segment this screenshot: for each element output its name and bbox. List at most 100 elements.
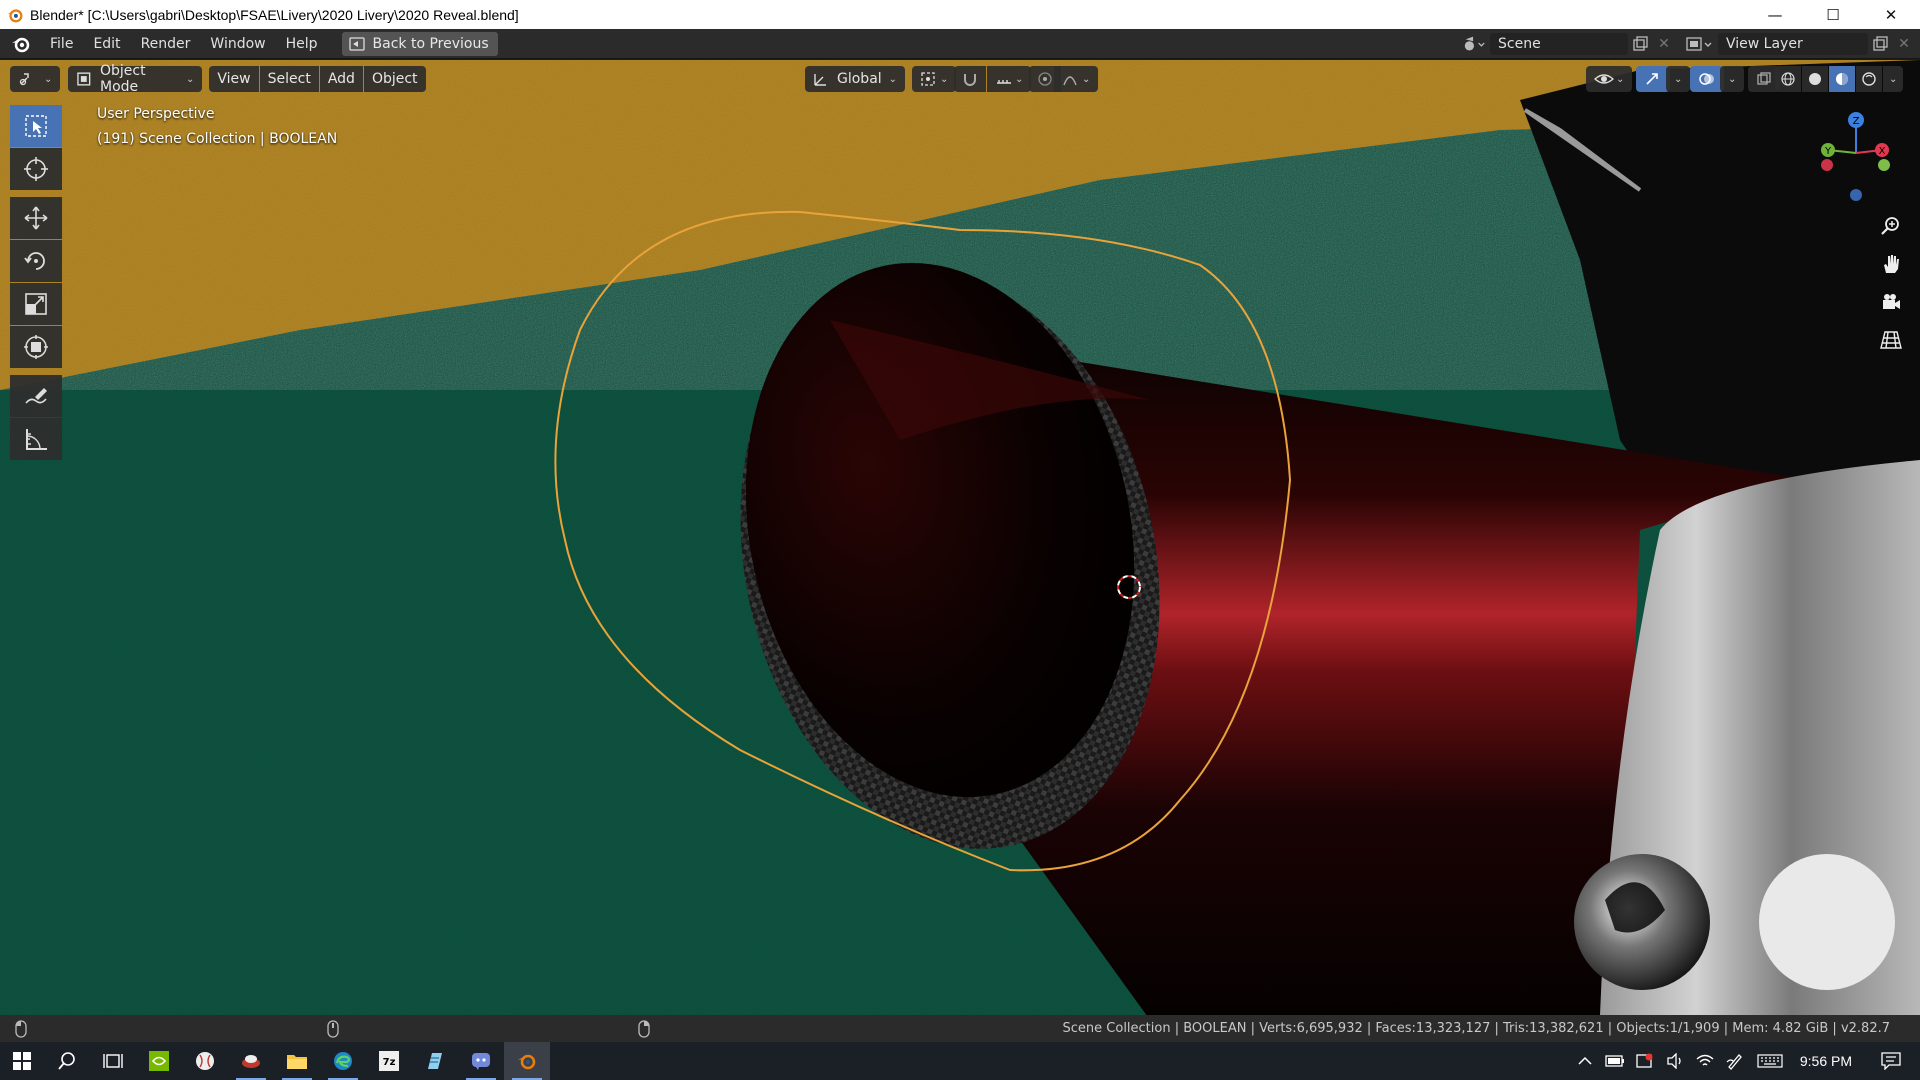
chevron-down-icon: ⌄ bbox=[1889, 73, 1898, 85]
tray-app-icon[interactable] bbox=[1630, 1042, 1660, 1080]
chevron-down-icon: ⌄ bbox=[186, 73, 195, 85]
overlays-icon bbox=[1699, 73, 1714, 85]
proportional-falloff-button[interactable]: ⌄ bbox=[1054, 66, 1099, 92]
rotate-icon bbox=[24, 252, 45, 270]
maximize-button[interactable]: ☐ bbox=[1804, 0, 1862, 29]
annotate-tool[interactable] bbox=[10, 375, 62, 417]
taskbar-app-baseball[interactable] bbox=[182, 1042, 228, 1080]
object-menu[interactable]: Object bbox=[363, 66, 426, 92]
wireframe-shading-button[interactable] bbox=[1775, 66, 1801, 92]
snap-target-button[interactable]: ⌄ bbox=[987, 66, 1032, 92]
overlays-toggle-button[interactable] bbox=[1690, 66, 1724, 92]
pencil-icon bbox=[25, 388, 47, 404]
new-scene-icon[interactable] bbox=[1628, 33, 1652, 55]
chevron-down-icon: ⌄ bbox=[1616, 73, 1625, 85]
snap-button[interactable] bbox=[954, 66, 986, 92]
select-menu[interactable]: Select bbox=[259, 66, 319, 92]
mode-label: Object Mode bbox=[100, 63, 146, 95]
move-tool[interactable] bbox=[10, 197, 62, 239]
delete-view-layer-icon[interactable]: ✕ bbox=[1892, 33, 1916, 55]
system-tray: 9:56 PM bbox=[1570, 1042, 1920, 1080]
delete-scene-icon[interactable]: ✕ bbox=[1652, 33, 1676, 55]
notifications-icon[interactable] bbox=[1876, 1042, 1906, 1080]
transform-tool[interactable] bbox=[10, 326, 62, 368]
pen-icon[interactable] bbox=[1720, 1042, 1750, 1080]
tray-overflow-icon[interactable] bbox=[1570, 1042, 1600, 1080]
gizmo-toggle-button[interactable] bbox=[1636, 66, 1670, 92]
add-menu[interactable]: Add bbox=[319, 66, 363, 92]
transform-orientation-selector[interactable]: Global ⌄ bbox=[805, 66, 905, 92]
toggle-projection-button[interactable] bbox=[1876, 325, 1906, 355]
taskbar-discord[interactable] bbox=[458, 1042, 504, 1080]
taskbar-7zip[interactable]: 7z bbox=[366, 1042, 412, 1080]
taskbar-file-explorer[interactable] bbox=[274, 1042, 320, 1080]
network-icon[interactable] bbox=[1690, 1042, 1720, 1080]
menu-edit[interactable]: Edit bbox=[83, 36, 130, 52]
rotate-tool[interactable] bbox=[10, 240, 62, 282]
editor-type-button[interactable]: ⌄ bbox=[10, 66, 61, 92]
wireframe-sphere-icon bbox=[1781, 72, 1795, 86]
viewport-header: ⌄ Object Mode ⌄ View Select Add Object G… bbox=[0, 60, 1920, 98]
chevron-down-icon: ⌄ bbox=[44, 73, 53, 85]
new-view-layer-icon[interactable] bbox=[1868, 33, 1892, 55]
back-to-previous-label: Back to Previous bbox=[372, 35, 489, 52]
scene-browse-icon[interactable] bbox=[1462, 33, 1486, 55]
taskbar-edge[interactable] bbox=[320, 1042, 366, 1080]
menu-file[interactable]: File bbox=[40, 36, 83, 52]
taskbar-app-game[interactable] bbox=[228, 1042, 274, 1080]
mode-selector[interactable]: Object Mode ⌄ bbox=[68, 63, 203, 95]
view-layer-selector[interactable]: View Layer bbox=[1718, 33, 1868, 55]
search-icon bbox=[58, 1052, 75, 1070]
edge-browser-icon bbox=[334, 1052, 352, 1070]
3d-viewport[interactable] bbox=[0, 60, 1920, 1015]
overlays-dropdown[interactable]: ⌄ bbox=[1720, 66, 1745, 92]
solid-shading-button[interactable] bbox=[1802, 66, 1828, 92]
pivot-point-button[interactable]: ⌄ bbox=[912, 66, 957, 92]
visibility-button[interactable]: ⌄ bbox=[1586, 66, 1633, 92]
blender-logo-icon[interactable] bbox=[10, 33, 32, 55]
cursor-icon bbox=[24, 157, 48, 181]
zoom-button[interactable] bbox=[1876, 211, 1906, 241]
start-button[interactable] bbox=[0, 1042, 44, 1080]
gizmo-y-label: Y bbox=[1824, 146, 1832, 157]
view-menu[interactable]: View bbox=[209, 66, 259, 92]
cursor-tool[interactable] bbox=[10, 148, 62, 190]
scene-name: Scene bbox=[1498, 36, 1541, 52]
viewport-menus: View Select Add Object bbox=[208, 66, 426, 92]
volume-icon[interactable] bbox=[1660, 1042, 1690, 1080]
back-to-previous-button[interactable]: Back to Previous bbox=[341, 31, 498, 56]
taskbar-blender[interactable] bbox=[504, 1042, 550, 1080]
object-mode-icon bbox=[77, 72, 91, 86]
notes-icon bbox=[428, 1053, 442, 1069]
taskbar-nvidia[interactable] bbox=[136, 1042, 182, 1080]
material-preview-button[interactable] bbox=[1829, 66, 1855, 92]
view-layer-browse-icon[interactable] bbox=[1684, 33, 1714, 55]
keyboard-icon[interactable] bbox=[1750, 1042, 1790, 1080]
task-view-icon bbox=[103, 1054, 123, 1068]
shading-dropdown[interactable]: ⌄ bbox=[1883, 66, 1904, 92]
snap-increment-icon bbox=[997, 80, 1011, 84]
select-box-tool[interactable] bbox=[10, 105, 62, 147]
menu-help[interactable]: Help bbox=[276, 36, 328, 52]
camera-view-button[interactable] bbox=[1876, 287, 1906, 317]
battery-icon[interactable] bbox=[1600, 1042, 1630, 1080]
chevron-down-icon: ⌄ bbox=[1674, 73, 1683, 85]
gizmo-icon bbox=[1646, 73, 1658, 85]
tool-shelf bbox=[10, 105, 62, 461]
task-view-button[interactable] bbox=[90, 1042, 136, 1080]
taskbar-notes[interactable] bbox=[412, 1042, 458, 1080]
minimize-button[interactable]: — bbox=[1746, 0, 1804, 29]
windows-logo-icon bbox=[13, 1052, 31, 1070]
navigation-gizmo[interactable]: Z Y X bbox=[1800, 105, 1904, 209]
taskbar-clock[interactable]: 9:56 PM bbox=[1800, 1053, 1852, 1069]
search-button[interactable] bbox=[44, 1042, 90, 1080]
gizmo-dropdown[interactable]: ⌄ bbox=[1666, 66, 1691, 92]
scene-selector[interactable]: Scene bbox=[1490, 33, 1628, 55]
close-button[interactable]: ✕ bbox=[1862, 0, 1920, 29]
menu-window[interactable]: Window bbox=[200, 36, 275, 52]
scale-tool[interactable] bbox=[10, 283, 62, 325]
pan-button[interactable] bbox=[1876, 249, 1906, 279]
rendered-shading-button[interactable] bbox=[1856, 66, 1882, 92]
menu-render[interactable]: Render bbox=[131, 36, 201, 52]
measure-tool[interactable] bbox=[10, 418, 62, 460]
